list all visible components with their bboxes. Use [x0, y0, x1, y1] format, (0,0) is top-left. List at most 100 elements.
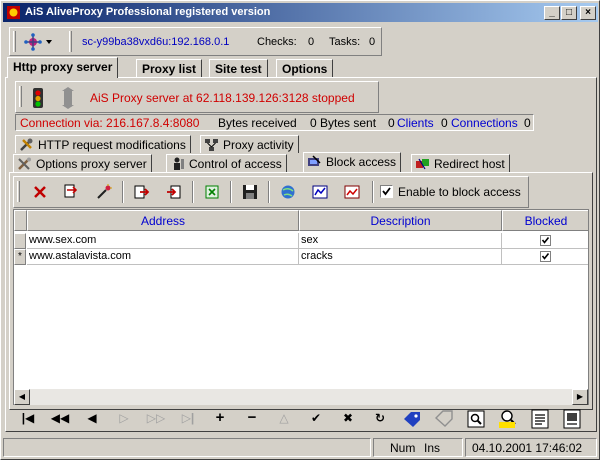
prior-page-button[interactable]: ◀◀	[49, 407, 71, 429]
edit-record-button[interactable]: △	[273, 407, 295, 429]
bytes-received-value: 0	[310, 116, 317, 130]
insert-record-button[interactable]: +	[209, 407, 231, 429]
network-button[interactable]	[276, 181, 300, 203]
refresh-button[interactable]: ↻	[369, 407, 391, 429]
tab-proxy-list[interactable]: Proxy list	[136, 59, 203, 78]
tab-control-of-access[interactable]: Control of access	[166, 154, 287, 172]
chart-button[interactable]	[308, 181, 332, 203]
cell-blocked[interactable]	[502, 249, 588, 265]
post-record-button[interactable]: ✔	[305, 407, 327, 429]
cancel-record-button[interactable]: ✖	[337, 407, 359, 429]
server-status-panel: AiS Proxy server at 62.118.139.126:3128 …	[86, 82, 378, 112]
next-record-button[interactable]: ▷	[113, 407, 135, 429]
connection-via: Connection via: 216.167.8.4:8080	[20, 116, 200, 130]
import-button[interactable]	[162, 181, 186, 203]
goto-bookmark-button[interactable]	[433, 408, 455, 430]
delete-record-button[interactable]: −	[241, 407, 263, 429]
cell-description[interactable]: cracks	[299, 249, 502, 265]
save-button[interactable]	[238, 181, 262, 203]
graph-button[interactable]	[340, 181, 364, 203]
tab-http-request-modifications[interactable]: HTTP request modifications	[15, 135, 191, 153]
maximize-button[interactable]: □	[561, 6, 577, 20]
toolbar-grip[interactable]	[19, 86, 22, 107]
insert-mode-indicator: Ins	[424, 441, 441, 455]
tools-icon	[20, 138, 33, 151]
delete-button[interactable]	[28, 181, 52, 203]
filter-icon	[499, 410, 516, 428]
cell-address[interactable]: www.sex.com	[27, 233, 299, 249]
block-list-grid[interactable]: Address Description Blocked www.sex.com …	[13, 209, 589, 405]
print-preview-icon	[563, 409, 581, 429]
title-bar[interactable]: AiS AliveProxy Professional registered v…	[3, 3, 598, 22]
main-menu-button[interactable]	[20, 31, 60, 53]
tab-options-proxy-server[interactable]: Options proxy server	[13, 154, 152, 172]
excel-export-button[interactable]	[200, 181, 224, 203]
sub-tab-label: HTTP request modifications	[38, 138, 186, 152]
cut-icon	[64, 184, 78, 198]
blocked-checkbox[interactable]	[540, 251, 551, 262]
server-info-bar: sc-y99ba38vxd6u:192.168.0.1 Checks: 0 Ta…	[9, 27, 382, 56]
stop-server-icon	[62, 87, 74, 109]
import-icon	[167, 185, 181, 199]
tab-options[interactable]: Options	[276, 59, 334, 78]
network-icon	[205, 139, 218, 151]
column-header-blocked[interactable]: Blocked	[502, 210, 588, 231]
find-button[interactable]	[465, 408, 487, 430]
start-server-button[interactable]	[26, 86, 50, 110]
toolbar-grip[interactable]	[13, 31, 16, 52]
report-button[interactable]	[529, 408, 551, 430]
checkmark-icon	[382, 187, 391, 196]
clients-label: Clients	[397, 116, 434, 130]
server-status-text: AiS Proxy server at 62.118.139.126:3128 …	[90, 91, 355, 105]
toolbar-grip[interactable]	[17, 181, 20, 202]
sub-tab-label: Block access	[326, 155, 397, 169]
cell-address[interactable]: www.astalavista.com	[27, 249, 299, 265]
minimize-button[interactable]: _	[544, 6, 560, 20]
tab-block-access[interactable]: Block access	[303, 152, 402, 172]
scroll-left-button[interactable]: ◀	[14, 389, 30, 405]
print-preview-button[interactable]	[561, 408, 583, 430]
toolbar-separator	[268, 181, 270, 203]
toolbar-separator	[230, 181, 232, 203]
column-header-description[interactable]: Description	[299, 210, 502, 231]
cut-button[interactable]	[58, 181, 82, 203]
enable-block-label[interactable]: Enable to block access	[398, 185, 521, 199]
tab-redirect-host[interactable]: Redirect host	[411, 154, 510, 172]
last-record-button[interactable]: ▷|	[177, 407, 199, 429]
row-indicator[interactable]	[14, 233, 26, 249]
magic-wand-button[interactable]	[92, 181, 116, 203]
network-menu-icon	[24, 33, 52, 51]
toolbar-separator	[192, 181, 194, 203]
scroll-right-button[interactable]: ▶	[572, 389, 588, 405]
tab-http-proxy-server[interactable]: Http proxy server	[7, 57, 119, 78]
prior-record-button[interactable]: ◀	[81, 407, 103, 429]
tab-proxy-activity[interactable]: Proxy activity	[200, 135, 299, 153]
bookmark-button[interactable]	[402, 410, 422, 428]
first-record-button[interactable]: |◀	[17, 407, 39, 429]
filter-button[interactable]	[497, 408, 519, 430]
row-indicator[interactable]: *	[14, 249, 26, 265]
toolbar-grip[interactable]	[69, 31, 72, 52]
close-button[interactable]: ×	[580, 6, 596, 20]
globe-icon	[281, 185, 295, 199]
tab-site-test[interactable]: Site test	[209, 59, 268, 78]
status-bar: Num Ins 04.10.2001 17:46:02	[3, 437, 599, 459]
column-header-address[interactable]: Address	[27, 210, 299, 231]
keyboard-status-panel: Num Ins	[373, 438, 463, 457]
cell-description[interactable]: sex	[299, 233, 502, 249]
blocked-checkbox[interactable]	[540, 235, 551, 246]
connection-info-bar: Connection via: 216.167.8.4:8080 Bytes r…	[15, 114, 534, 131]
toolbar-separator	[122, 181, 124, 203]
stop-server-button[interactable]	[56, 86, 80, 110]
current-datetime: 04.10.2001 17:46:02	[472, 441, 583, 455]
goto-bookmark-icon	[434, 410, 453, 427]
export-button[interactable]	[130, 181, 154, 203]
bytes-sent-label: Bytes sent	[320, 116, 377, 130]
enable-block-checkbox[interactable]	[380, 185, 393, 198]
next-page-button[interactable]: ▷▷	[145, 407, 167, 429]
grid-corner	[14, 210, 27, 231]
cell-blocked[interactable]	[502, 233, 588, 249]
tasks-label: Tasks:	[329, 36, 361, 48]
horizontal-scrollbar[interactable]: ◀ ▶	[14, 389, 588, 405]
connections-value: 0	[524, 116, 531, 130]
